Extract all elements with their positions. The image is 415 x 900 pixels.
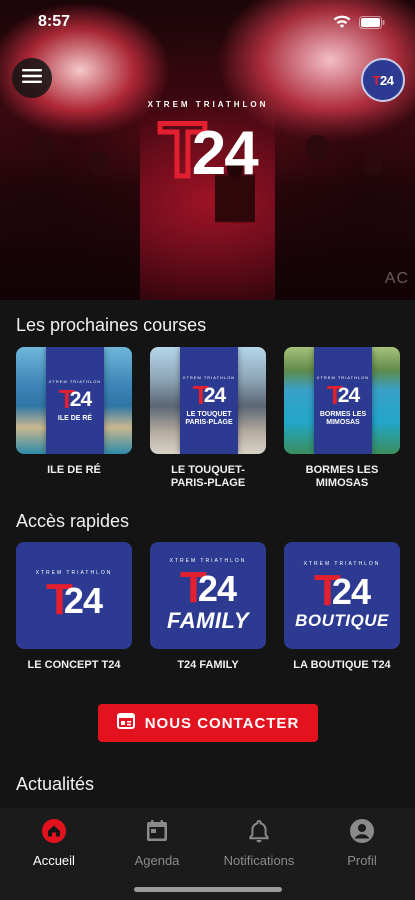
tab-notifications[interactable]: Notifications — [209, 818, 309, 868]
race-label: ILE DE RÉ — [47, 464, 101, 476]
race-label: BORMES LES MIMOSAS — [305, 464, 379, 490]
bell-icon — [246, 818, 272, 849]
race-badge-tagline: XTREM TRIATHLON — [48, 378, 102, 384]
race-thumbnail: XTREM TRIATHLON T 24 BORMES LES MIMOSAS — [284, 347, 400, 454]
news-section-title: Actualités — [16, 774, 95, 794]
race-badge-tagline: XTREM TRIATHLON — [182, 375, 236, 381]
race-badge: XTREM TRIATHLON T 24 LE TOUQUET PARIS-PLA… — [180, 347, 238, 454]
battery-icon — [359, 15, 385, 29]
hamburger-icon — [22, 68, 42, 89]
quick-thumbnail: XTREM TRIATHLON T 24 FAMILY — [150, 542, 266, 649]
quick-word: BOUTIQUE — [295, 610, 389, 630]
race-badge-text: ILE DE RÉ — [57, 414, 93, 422]
status-time: 8:57 — [38, 13, 71, 30]
race-logo-number: 24 — [69, 387, 92, 411]
home-icon — [41, 818, 67, 849]
hero-logo: XTREM TRIATHLON T 24 — [128, 100, 288, 191]
race-card-ile-de-re[interactable]: XTREM TRIATHLON T 24 ILE DE RÉ ILE DE RÉ — [16, 347, 132, 490]
crowd-left-image — [0, 110, 140, 300]
races-row: XTREM TRIATHLON T 24 ILE DE RÉ ILE DE RÉ … — [16, 347, 400, 490]
logo-number: 24 — [191, 119, 259, 188]
tab-label: Agenda — [134, 853, 180, 868]
race-label: LE TOUQUET- PARIS-PLAGE — [170, 464, 246, 490]
tab-label: Profil — [347, 853, 377, 868]
contact-card-icon — [116, 713, 135, 733]
hero-banner: 8:57 T 24 XTREM TRIATHLON T 24 AC — [0, 0, 415, 300]
quick-label: LA BOUTIQUE T24 — [293, 659, 391, 671]
race-badge-text: LE TOUQUET PARIS-PLAGE — [185, 411, 233, 426]
calendar-icon — [144, 818, 170, 849]
menu-button[interactable] — [12, 58, 52, 98]
avatar-logo-number: 24 — [379, 72, 394, 88]
quick-card-family[interactable]: XTREM TRIATHLON T 24 FAMILY T24 FAMILY — [150, 542, 266, 672]
photo-watermark: AC — [384, 270, 409, 287]
race-card-le-touquet[interactable]: XTREM TRIATHLON T 24 LE TOUQUET PARIS-PLA… — [150, 347, 266, 490]
tab-agenda[interactable]: Agenda — [107, 818, 207, 868]
wifi-icon — [333, 15, 351, 29]
quick-logo-number: 24 — [331, 570, 371, 612]
tab-profil[interactable]: Profil — [312, 818, 412, 868]
race-thumbnail: XTREM TRIATHLON T 24 LE TOUQUET PARIS-PLA… — [150, 347, 266, 454]
race-badge-text: BORMES LES MIMOSAS — [319, 411, 367, 426]
t24-logo: T 24 — [128, 110, 288, 191]
tab-label: Accueil — [33, 853, 75, 868]
tab-accueil[interactable]: Accueil — [4, 818, 104, 868]
contact-label: NOUS CONTACTER — [144, 714, 300, 732]
quick-thumbnail: XTREM TRIATHLON T 24 BOUTIQUE — [284, 542, 400, 649]
quick-access-section-title: Accès rapides — [16, 511, 130, 531]
races-section-title: Les prochaines courses — [16, 315, 207, 335]
user-icon — [349, 818, 375, 849]
quick-card-boutique[interactable]: XTREM TRIATHLON T 24 BOUTIQUE LA BOUTIQUE… — [284, 542, 400, 672]
quick-word: FAMILY — [166, 607, 250, 633]
race-badge-tagline: XTREM TRIATHLON — [316, 375, 370, 381]
contact-button[interactable]: NOUS CONTACTER — [98, 704, 318, 742]
hero-tagline: XTREM TRIATHLON — [147, 100, 269, 109]
quick-card-concept[interactable]: XTREM TRIATHLON T 24 LE CONCEPT T24 — [16, 542, 132, 672]
race-logo-number: 24 — [337, 384, 360, 408]
race-thumbnail: XTREM TRIATHLON T 24 ILE DE RÉ — [16, 347, 132, 454]
quick-logo-number: 24 — [197, 567, 237, 609]
race-logo-number: 24 — [203, 384, 226, 408]
status-icons — [333, 15, 385, 29]
race-card-bormes[interactable]: XTREM TRIATHLON T 24 BORMES LES MIMOSAS B… — [284, 347, 400, 490]
quick-logo-number: 24 — [63, 579, 103, 621]
quick-access-row: XTREM TRIATHLON T 24 LE CONCEPT T24 XTREM… — [16, 542, 400, 672]
race-badge: XTREM TRIATHLON T 24 BORMES LES MIMOSAS — [314, 347, 372, 454]
avatar-logo-t: T — [372, 72, 381, 88]
quick-thumbnail: XTREM TRIATHLON T 24 — [16, 542, 132, 649]
home-indicator[interactable] — [134, 887, 282, 892]
quick-label: T24 FAMILY — [177, 659, 239, 671]
profile-avatar[interactable]: T 24 — [361, 58, 405, 102]
quick-label: LE CONCEPT T24 — [27, 659, 121, 671]
race-badge: XTREM TRIATHLON T 24 ILE DE RÉ — [46, 347, 104, 454]
status-bar: 8:57 — [0, 0, 415, 44]
tab-label: Notifications — [223, 853, 295, 868]
